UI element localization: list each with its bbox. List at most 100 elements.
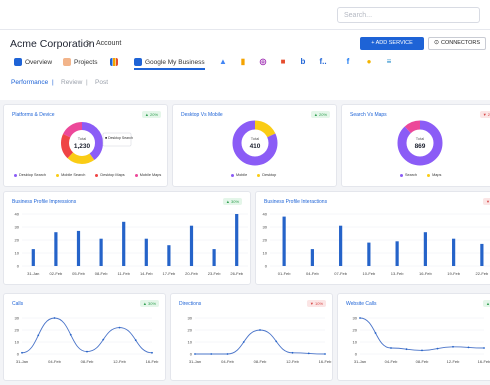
facebook-icon[interactable]: f	[343, 57, 353, 67]
x-tick-label: 19-Feb	[447, 271, 460, 276]
impressions-card: Business Profile Impressions ▲ 30% 0 10 20…	[3, 191, 251, 285]
tab-overview[interactable]: Overview	[14, 57, 52, 70]
bar[interactable]	[212, 249, 216, 266]
search-console-icon[interactable]: ◎	[258, 57, 268, 67]
bing-icon[interactable]: b	[298, 57, 308, 67]
search-input[interactable]: Search...	[337, 7, 480, 23]
data-point[interactable]	[452, 345, 454, 348]
data-point[interactable]	[483, 347, 485, 349]
data-point[interactable]	[37, 334, 40, 337]
data-point[interactable]	[86, 350, 88, 353]
breadcrumb[interactable]: Account	[96, 40, 121, 47]
data-point[interactable]	[210, 353, 213, 355]
legend-label: Mobile	[236, 173, 248, 177]
add-service-button[interactable]: + ADD SERVICE	[360, 37, 424, 50]
facebook-ads-icon[interactable]: f..	[318, 57, 328, 67]
data-point[interactable]	[53, 317, 56, 319]
bar[interactable]	[367, 242, 371, 266]
legend-dot	[231, 173, 234, 177]
data-point[interactable]	[359, 317, 361, 319]
data-point[interactable]	[467, 346, 470, 349]
tab-projects[interactable]: Projects	[63, 57, 97, 70]
bar[interactable]	[282, 216, 286, 266]
donut-total-value: 410	[250, 143, 261, 150]
google-sheets-icon[interactable]: ●	[364, 57, 374, 67]
data-point[interactable]	[151, 351, 153, 354]
bar[interactable]	[235, 214, 239, 266]
legend-dot	[400, 173, 403, 177]
data-point[interactable]	[21, 351, 23, 354]
top-bar: Search...	[0, 0, 490, 30]
tab-label: Overview	[25, 59, 53, 66]
search-vs-maps-card: Search Vs Maps ▼ 2 Total 869 Search Maps	[341, 104, 490, 187]
data-point[interactable]	[390, 347, 392, 349]
data-point[interactable]	[436, 347, 439, 350]
bar[interactable]	[339, 225, 343, 266]
bar[interactable]	[167, 245, 171, 266]
bar[interactable]	[480, 243, 484, 266]
data-point[interactable]	[405, 348, 408, 351]
subnav-post[interactable]: Post	[95, 79, 108, 86]
series-line	[359, 317, 485, 351]
x-tick-label: 08-Feb	[95, 271, 108, 276]
legend-label: Maps	[432, 173, 442, 177]
data-point[interactable]	[307, 352, 310, 355]
data-point[interactable]	[194, 353, 196, 355]
data-point[interactable]	[69, 333, 72, 336]
data-point[interactable]	[259, 329, 261, 331]
data-point[interactable]	[275, 340, 278, 343]
x-tick-label: 23-Feb	[208, 271, 221, 276]
x-tick-label: 31-Jan	[189, 359, 201, 364]
subnav-review[interactable]: Review	[61, 79, 82, 86]
bar[interactable]	[76, 230, 81, 266]
subnav-performance[interactable]: Performance	[11, 79, 48, 86]
data-point[interactable]	[374, 332, 377, 334]
google-ads-icon[interactable]: ▲	[218, 57, 228, 67]
bar[interactable]	[54, 232, 58, 266]
bar[interactable]	[31, 249, 35, 266]
x-tick-label: 20-Feb	[185, 271, 198, 276]
y-tick-label: 0	[355, 352, 358, 357]
data-point[interactable]	[421, 349, 423, 352]
data-point[interactable]	[118, 326, 121, 329]
x-tick-label: 12-Feb	[113, 359, 126, 364]
bar[interactable]	[310, 249, 314, 266]
y-tick-label: 0	[17, 264, 20, 269]
x-tick-label: 04-Feb	[221, 359, 234, 364]
bar[interactable]	[395, 241, 399, 266]
x-tick-label: 04-Feb	[306, 271, 319, 276]
google-my-business-icon	[134, 58, 142, 67]
x-tick-label: 16-Feb	[319, 359, 332, 364]
y-tick-label: 0	[265, 264, 268, 269]
tab-google-my-business[interactable]: Google My Business	[134, 57, 205, 70]
bar-chart-icon	[110, 58, 118, 67]
chart-legend: Search Maps	[400, 173, 450, 177]
data-point[interactable]	[134, 339, 137, 342]
legend-label: Mobile Search	[61, 173, 86, 177]
directions-card: Directions ▼ 10% 0 10 20 30 31-Jan 04-Feb 08-F…	[170, 293, 333, 381]
tab-label: Projects	[74, 59, 98, 66]
bar[interactable]	[144, 238, 148, 266]
bar[interactable]	[189, 225, 194, 266]
bar[interactable]	[99, 238, 103, 266]
data-point[interactable]	[324, 353, 326, 355]
y-tick-label: 20	[15, 328, 20, 333]
microsoft-icon[interactable]: ■	[278, 57, 288, 67]
data-point[interactable]	[102, 338, 105, 341]
list-icon[interactable]: ≡	[384, 57, 394, 67]
data-point[interactable]	[242, 341, 245, 343]
legend-item: Mobile Search	[56, 173, 85, 177]
bar[interactable]	[423, 232, 427, 266]
y-tick-label: 30	[263, 225, 268, 230]
donut-total-value: 1,230	[74, 143, 91, 150]
legend-dot	[257, 173, 261, 177]
google-analytics-icon[interactable]: ▮	[238, 57, 248, 67]
x-tick-label: 04-Feb	[48, 359, 61, 364]
connectors-button[interactable]: ⊙ CONNECTORS	[428, 37, 486, 50]
data-point[interactable]	[226, 353, 229, 355]
tab-reports[interactable]	[110, 57, 121, 70]
bar[interactable]	[452, 238, 456, 266]
bar[interactable]	[122, 221, 126, 266]
legend-item: Mobile Maps	[134, 173, 161, 177]
data-point[interactable]	[291, 351, 294, 354]
